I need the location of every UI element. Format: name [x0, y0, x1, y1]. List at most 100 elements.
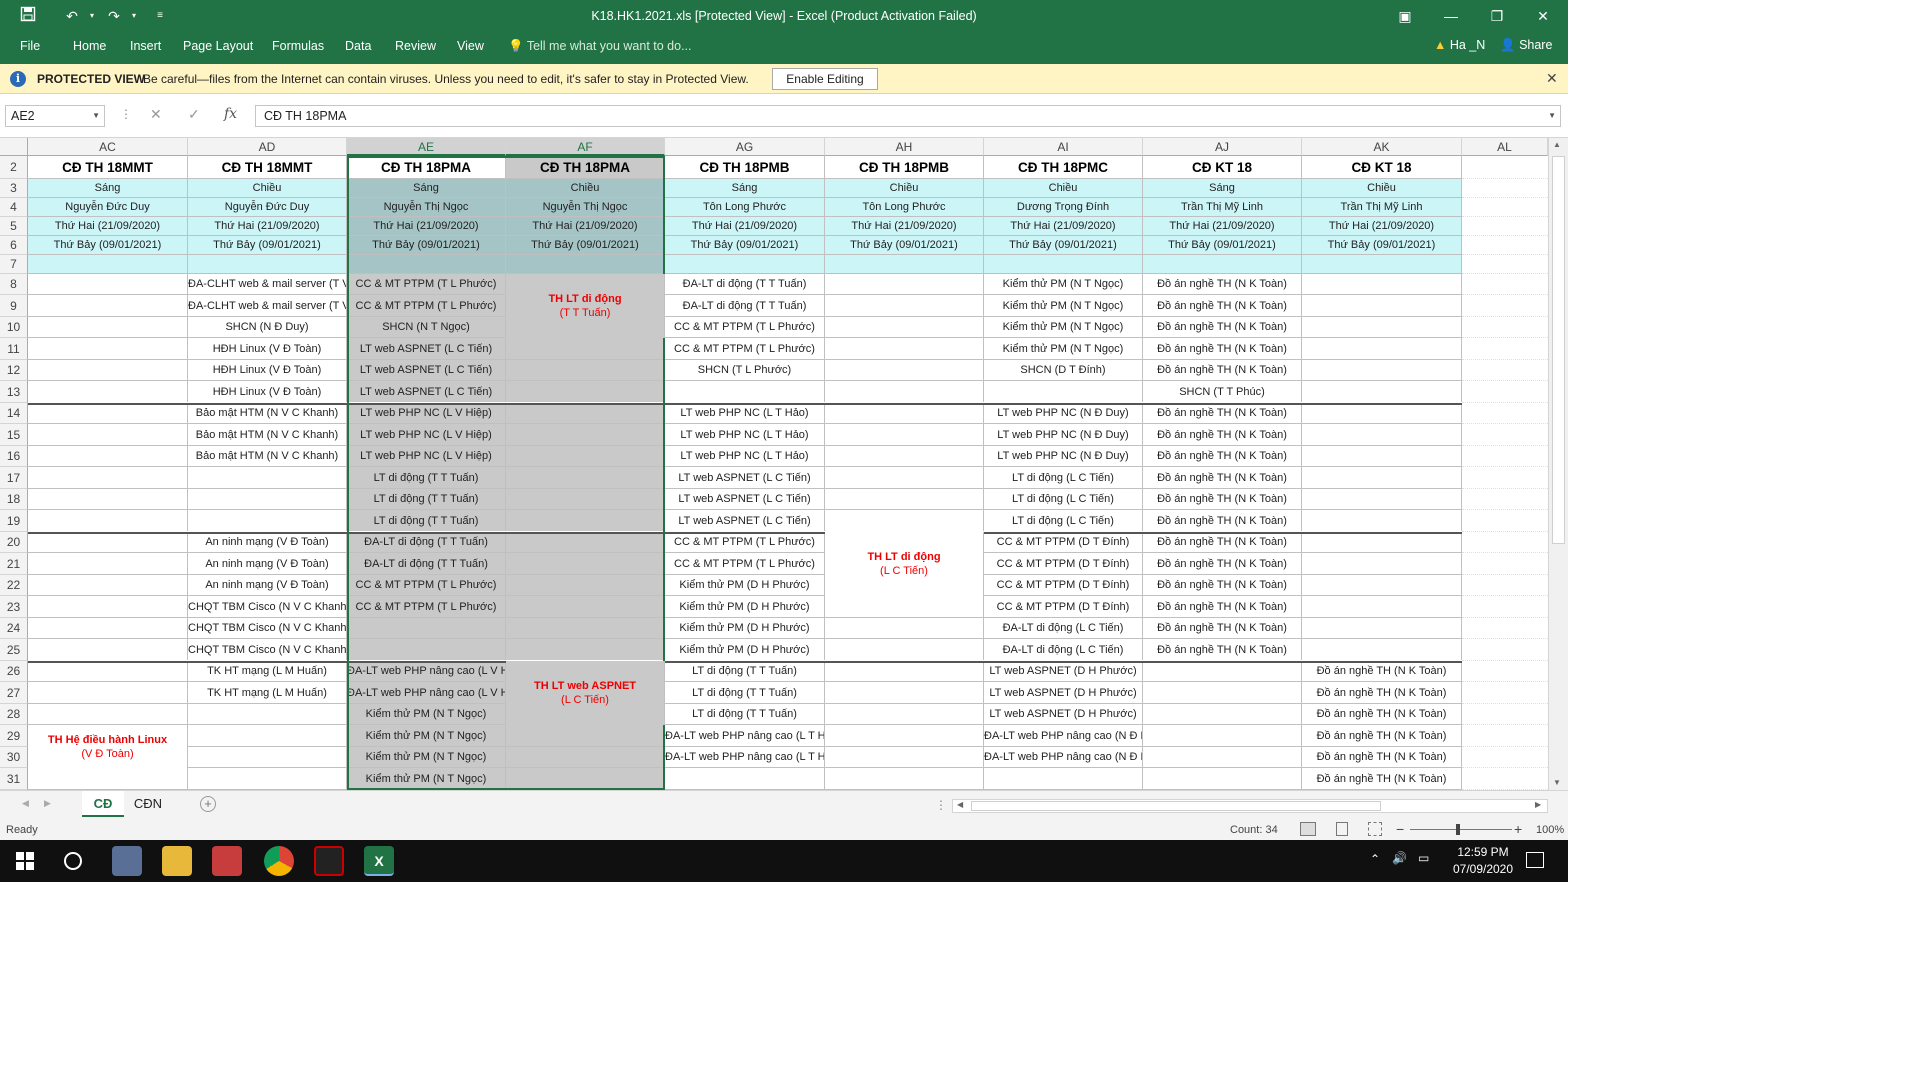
schedule-header-cell[interactable]: CĐ TH 18PMB — [825, 156, 984, 179]
normal-view-icon[interactable] — [1300, 822, 1316, 836]
schedule-cell[interactable] — [506, 532, 665, 553]
volume-icon[interactable]: 🔊 — [1392, 851, 1407, 865]
schedule-cell[interactable] — [506, 747, 665, 768]
minimize-button[interactable]: — — [1428, 0, 1474, 32]
schedule-header-cell[interactable]: Thứ Hai (21/09/2020) — [984, 217, 1143, 236]
row-header[interactable]: 22 — [0, 575, 28, 596]
schedule-cell[interactable] — [188, 489, 347, 510]
empty-cell[interactable] — [1462, 596, 1548, 618]
schedule-cell[interactable]: SHCN (N T Ngọc) — [347, 317, 506, 338]
row-header[interactable]: 23 — [0, 596, 28, 618]
schedule-cell[interactable]: ĐA-LT di động (T T Tuấn) — [347, 553, 506, 575]
row-header[interactable]: 21 — [0, 553, 28, 575]
row-header[interactable]: 27 — [0, 682, 28, 704]
schedule-cell[interactable] — [1302, 403, 1462, 424]
scroll-right-icon[interactable]: ▶ — [1535, 800, 1541, 809]
schedule-cell[interactable] — [188, 510, 347, 532]
schedule-cell[interactable]: ĐA-LT web PHP nâng cao (N Đ Duy) — [984, 725, 1143, 747]
schedule-cell[interactable] — [188, 704, 347, 725]
schedule-cell[interactable] — [825, 403, 984, 424]
schedule-cell[interactable]: CC & MT PTPM (T L Phước) — [665, 338, 825, 360]
schedule-cell[interactable] — [665, 768, 825, 790]
schedule-cell[interactable]: ĐA-LT web PHP nâng cao (L V Hiệp) — [347, 661, 506, 682]
schedule-cell[interactable] — [1302, 596, 1462, 618]
zoom-level[interactable]: 100% — [1536, 824, 1564, 836]
close-icon[interactable]: ✕ — [1546, 70, 1558, 87]
schedule-cell[interactable]: CC & MT PTPM (T L Phước) — [347, 575, 506, 596]
share-button[interactable]: 👤 Share — [1500, 38, 1552, 53]
column-header[interactable]: AG — [665, 138, 825, 156]
formula-input[interactable]: CĐ TH 18PMA ▼ — [255, 105, 1561, 127]
schedule-cell[interactable] — [28, 532, 188, 553]
schedule-cell[interactable]: CC & MT PTPM (T L Phước) — [665, 532, 825, 553]
schedule-cell[interactable] — [347, 639, 506, 661]
schedule-cell[interactable]: Đồ án nghề TH (N K Toàn) — [1143, 553, 1302, 575]
schedule-cell[interactable]: An ninh mạng (V Đ Toàn) — [188, 532, 347, 553]
empty-cell[interactable] — [188, 255, 347, 274]
schedule-cell[interactable] — [984, 381, 1143, 403]
schedule-cell[interactable] — [506, 596, 665, 618]
empty-cell[interactable] — [1462, 532, 1548, 553]
schedule-cell[interactable]: LT web ASPNET (D H Phước) — [984, 704, 1143, 725]
empty-cell[interactable] — [1462, 747, 1548, 768]
empty-cell[interactable] — [1462, 360, 1548, 381]
more-icon[interactable]: ⋮ — [120, 107, 132, 121]
schedule-header-cell[interactable]: Chiều — [188, 179, 347, 198]
schedule-cell[interactable] — [825, 424, 984, 446]
column-header[interactable]: AK — [1302, 138, 1462, 156]
schedule-header-cell[interactable]: Sáng — [347, 179, 506, 198]
schedule-cell[interactable]: LT web PHP NC (N Đ Duy) — [984, 403, 1143, 424]
schedule-header-cell[interactable]: Dương Trọng Đính — [984, 198, 1143, 217]
name-box[interactable]: AE2 ▼ — [5, 105, 105, 127]
schedule-cell[interactable]: Đồ án nghề TH (N K Toàn) — [1143, 639, 1302, 661]
row-header[interactable]: 31 — [0, 768, 28, 790]
schedule-header-cell[interactable]: Thứ Bảy (09/01/2021) — [1302, 236, 1462, 255]
enable-editing-button[interactable]: Enable Editing — [772, 68, 878, 90]
schedule-cell[interactable]: CC & MT PTPM (D T Đính) — [984, 575, 1143, 596]
row-header[interactable]: 11 — [0, 338, 28, 360]
schedule-cell[interactable] — [1302, 446, 1462, 467]
cancel-icon[interactable]: ✕ — [150, 106, 162, 123]
tab-page-layout[interactable]: Page Layout — [183, 39, 253, 53]
schedule-cell[interactable]: Đồ án nghề TH (N K Toàn) — [1143, 532, 1302, 553]
schedule-header-cell[interactable]: Nguyễn Thị Ngọc — [347, 198, 506, 217]
schedule-cell[interactable] — [28, 360, 188, 381]
empty-cell[interactable] — [1462, 156, 1548, 179]
schedule-cell[interactable]: LT di động (L C Tiến) — [984, 510, 1143, 532]
schedule-header-cell[interactable]: Trần Thị Mỹ Linh — [1302, 198, 1462, 217]
schedule-cell[interactable]: Đồ án nghề TH (N K Toàn) — [1143, 575, 1302, 596]
schedule-cell[interactable]: ĐA-LT di động (T T Tuấn) — [665, 274, 825, 295]
row-header[interactable]: 16 — [0, 446, 28, 467]
schedule-header-cell[interactable]: Sáng — [1143, 179, 1302, 198]
row-header[interactable]: 15 — [0, 424, 28, 446]
schedule-cell[interactable] — [825, 489, 984, 510]
page-layout-view-icon[interactable] — [1336, 822, 1348, 836]
schedule-cell[interactable] — [1302, 360, 1462, 381]
schedule-cell[interactable]: Bảo mật HTM (N V C Khanh) — [188, 446, 347, 467]
schedule-cell[interactable]: Đồ án nghề TH (N K Toàn) — [1143, 510, 1302, 532]
schedule-cell[interactable] — [1143, 747, 1302, 768]
column-header[interactable]: AH — [825, 138, 984, 156]
schedule-cell[interactable] — [28, 682, 188, 704]
schedule-cell[interactable] — [506, 768, 665, 790]
merged-lab-cell[interactable]: TH Hệ điều hành Linux (V Đ Toàn) — [28, 725, 188, 768]
schedule-cell[interactable] — [28, 596, 188, 618]
schedule-cell[interactable] — [1302, 639, 1462, 661]
schedule-cell[interactable] — [506, 338, 665, 360]
schedule-cell[interactable] — [506, 489, 665, 510]
schedule-header-cell[interactable]: Thứ Hai (21/09/2020) — [28, 217, 188, 236]
schedule-cell[interactable]: ĐA-LT web PHP nâng cao (L T Hảo) — [665, 725, 825, 747]
schedule-cell[interactable] — [28, 704, 188, 725]
schedule-cell[interactable]: LT web ASPNET (L C Tiến) — [347, 338, 506, 360]
schedule-cell[interactable]: LT web PHP NC (N Đ Duy) — [984, 424, 1143, 446]
merged-lab-cell[interactable]: TH LT web ASPNET (L C Tiến) — [506, 661, 665, 725]
schedule-cell[interactable] — [347, 618, 506, 639]
schedule-header-cell[interactable]: Sáng — [665, 179, 825, 198]
schedule-cell[interactable]: Kiểm thử PM (D H Phước) — [665, 575, 825, 596]
tab-view[interactable]: View — [457, 39, 484, 53]
row-header[interactable]: 2 — [0, 156, 28, 179]
schedule-cell[interactable] — [1302, 575, 1462, 596]
empty-cell[interactable] — [825, 255, 984, 274]
empty-cell[interactable] — [1462, 381, 1548, 403]
tab-home[interactable]: Home — [73, 39, 106, 53]
